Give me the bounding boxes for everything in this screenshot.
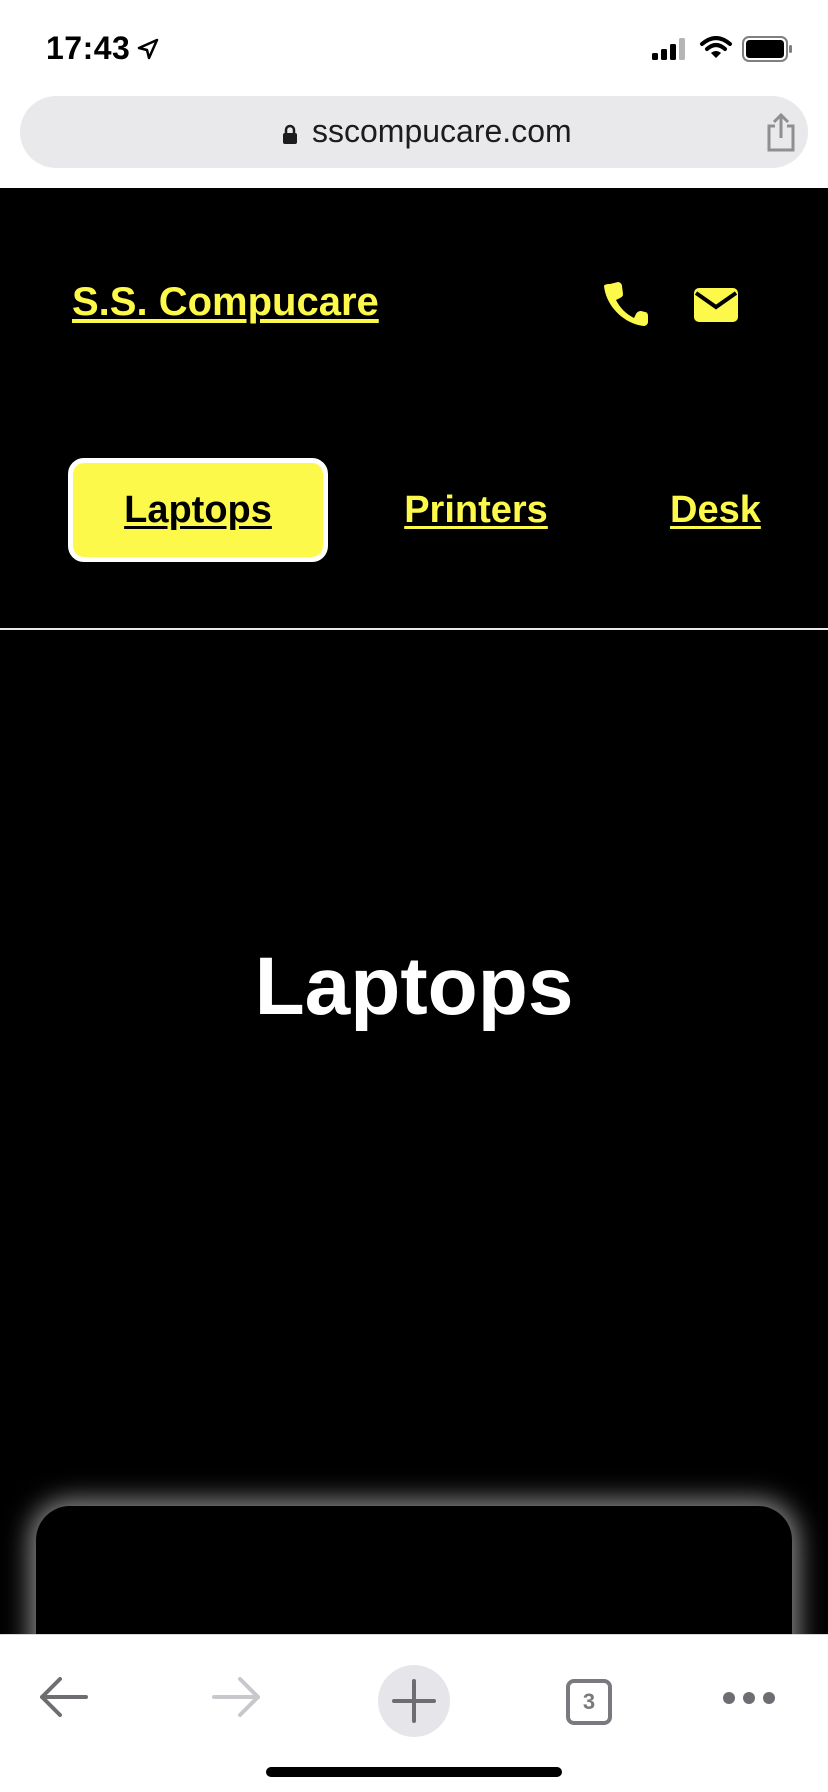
mail-icon[interactable] <box>694 288 738 327</box>
plus-icon <box>392 1679 436 1723</box>
phone-icon[interactable] <box>604 282 648 331</box>
address-bar[interactable]: sscompucare.com <box>20 96 808 168</box>
nav-printers[interactable]: Printers <box>396 458 556 562</box>
location-arrow-icon <box>137 38 159 65</box>
brand-link[interactable]: S.S. Compucare <box>72 280 379 325</box>
page-title: Laptops <box>254 941 574 1032</box>
nav-laptops[interactable]: Laptops <box>68 458 328 562</box>
header-divider <box>0 628 828 630</box>
lock-icon <box>282 124 298 149</box>
back-arrow-icon[interactable] <box>38 1677 88 1722</box>
status-bar: 17:43 <box>0 0 828 92</box>
screen: 17:43 sscompucare.com S.S. Compucare Lap… <box>0 0 828 1792</box>
signal-icon <box>652 38 690 65</box>
nav-desktops[interactable]: Desk <box>670 458 762 562</box>
share-icon[interactable] <box>764 112 798 157</box>
browser-address-area: sscompucare.com <box>0 92 828 188</box>
more-icon[interactable] <box>722 1691 776 1710</box>
site-header: S.S. Compucare Laptops Printers Desk <box>0 188 828 630</box>
home-indicator <box>266 1767 562 1777</box>
browser-toolbar: 3 <box>0 1634 828 1792</box>
new-tab-button[interactable] <box>378 1665 450 1737</box>
url-text: sscompucare.com <box>312 113 572 149</box>
battery-icon <box>742 36 794 67</box>
status-time: 17:43 <box>46 30 131 66</box>
forward-arrow-icon[interactable] <box>212 1677 262 1722</box>
tab-count-button[interactable]: 3 <box>566 1679 612 1725</box>
wifi-icon <box>700 36 732 65</box>
